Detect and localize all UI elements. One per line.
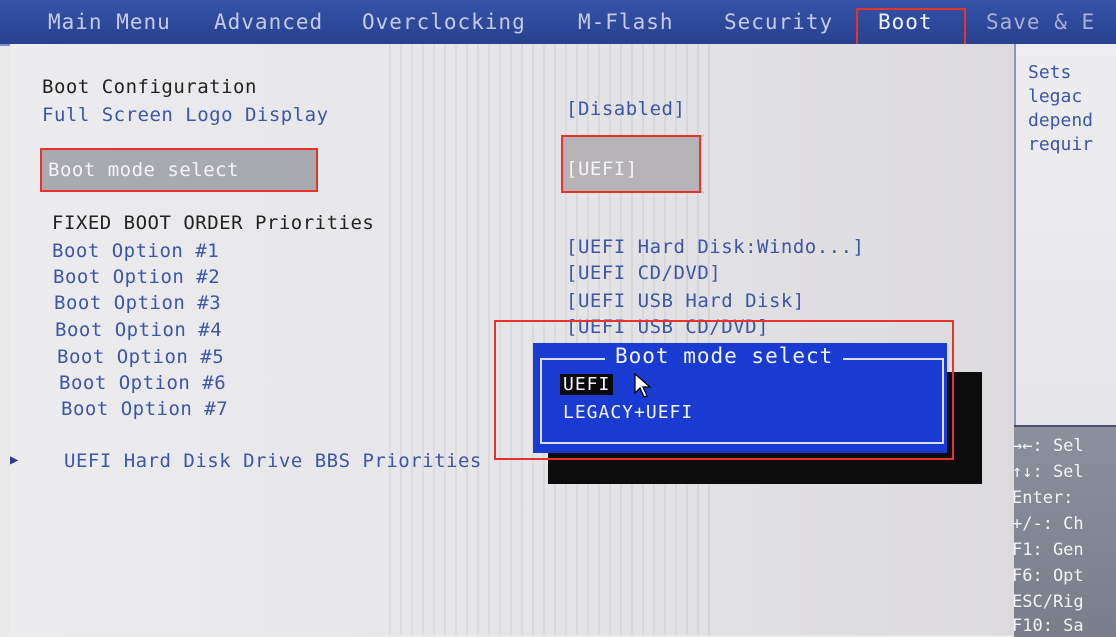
boot-option-2-value[interactable]: [UEFI CD/DVD] (566, 262, 721, 284)
help-line-4: requir (1028, 134, 1094, 155)
tab-advanced[interactable]: Advanced (214, 10, 323, 34)
boot-tab-highlight (856, 8, 966, 48)
boot-option-3-label[interactable]: Boot Option #3 (54, 292, 221, 314)
boot-option-5-label[interactable]: Boot Option #5 (57, 346, 224, 368)
tab-security[interactable]: Security (724, 10, 833, 34)
boot-option-1-label[interactable]: Boot Option #1 (52, 240, 219, 262)
bbs-priorities-submenu[interactable]: UEFI Hard Disk Drive BBS Priorities (64, 450, 482, 472)
setting-boot-mode-value[interactable]: [UEFI] (566, 158, 638, 180)
key-help-esc: ESC/Rig (1012, 592, 1084, 612)
fixed-boot-order-title: FIXED BOOT ORDER Priorities (52, 212, 375, 234)
boot-option-7-label[interactable]: Boot Option #7 (61, 398, 228, 420)
tab-m-flash[interactable]: M-Flash (578, 10, 674, 34)
boot-option-3-value[interactable]: [UEFI USB Hard Disk] (566, 290, 805, 312)
key-help-up-down: ↑↓: Sel (1012, 462, 1084, 482)
tab-main-menu[interactable]: Main Menu (48, 10, 171, 34)
boot-option-6-label[interactable]: Boot Option #6 (59, 372, 226, 394)
tab-overclocking[interactable]: Overclocking (362, 10, 526, 34)
key-help-f6: F6: Opt (1012, 566, 1084, 586)
boot-option-1-value[interactable]: [UEFI Hard Disk:Windo...] (566, 236, 864, 258)
boot-option-4-label[interactable]: Boot Option #4 (55, 319, 222, 341)
help-line-2: legac (1028, 86, 1083, 107)
setting-boot-mode-label[interactable]: Boot mode select (48, 159, 239, 181)
submenu-triangle-icon: ▶ (10, 452, 19, 468)
key-help-f10: F10: Sa (1012, 616, 1084, 636)
popup-highlight-box (494, 320, 954, 460)
help-line-1: Sets (1028, 62, 1072, 83)
key-help-plus-minus: +/-: Ch (1012, 514, 1084, 534)
setting-full-screen-logo-label[interactable]: Full Screen Logo Display (42, 104, 329, 126)
section-title-boot-configuration: Boot Configuration (42, 76, 257, 98)
key-help-f1: F1: Gen (1012, 540, 1084, 560)
help-line-3: depend (1028, 110, 1094, 131)
key-help-enter: Enter: (1012, 488, 1074, 508)
tab-save-exit[interactable]: Save & E (986, 10, 1095, 34)
boot-option-2-label[interactable]: Boot Option #2 (53, 266, 220, 288)
key-help-left-right: →←: Sel (1012, 436, 1084, 456)
setting-full-screen-logo-value[interactable]: [Disabled] (566, 98, 685, 120)
